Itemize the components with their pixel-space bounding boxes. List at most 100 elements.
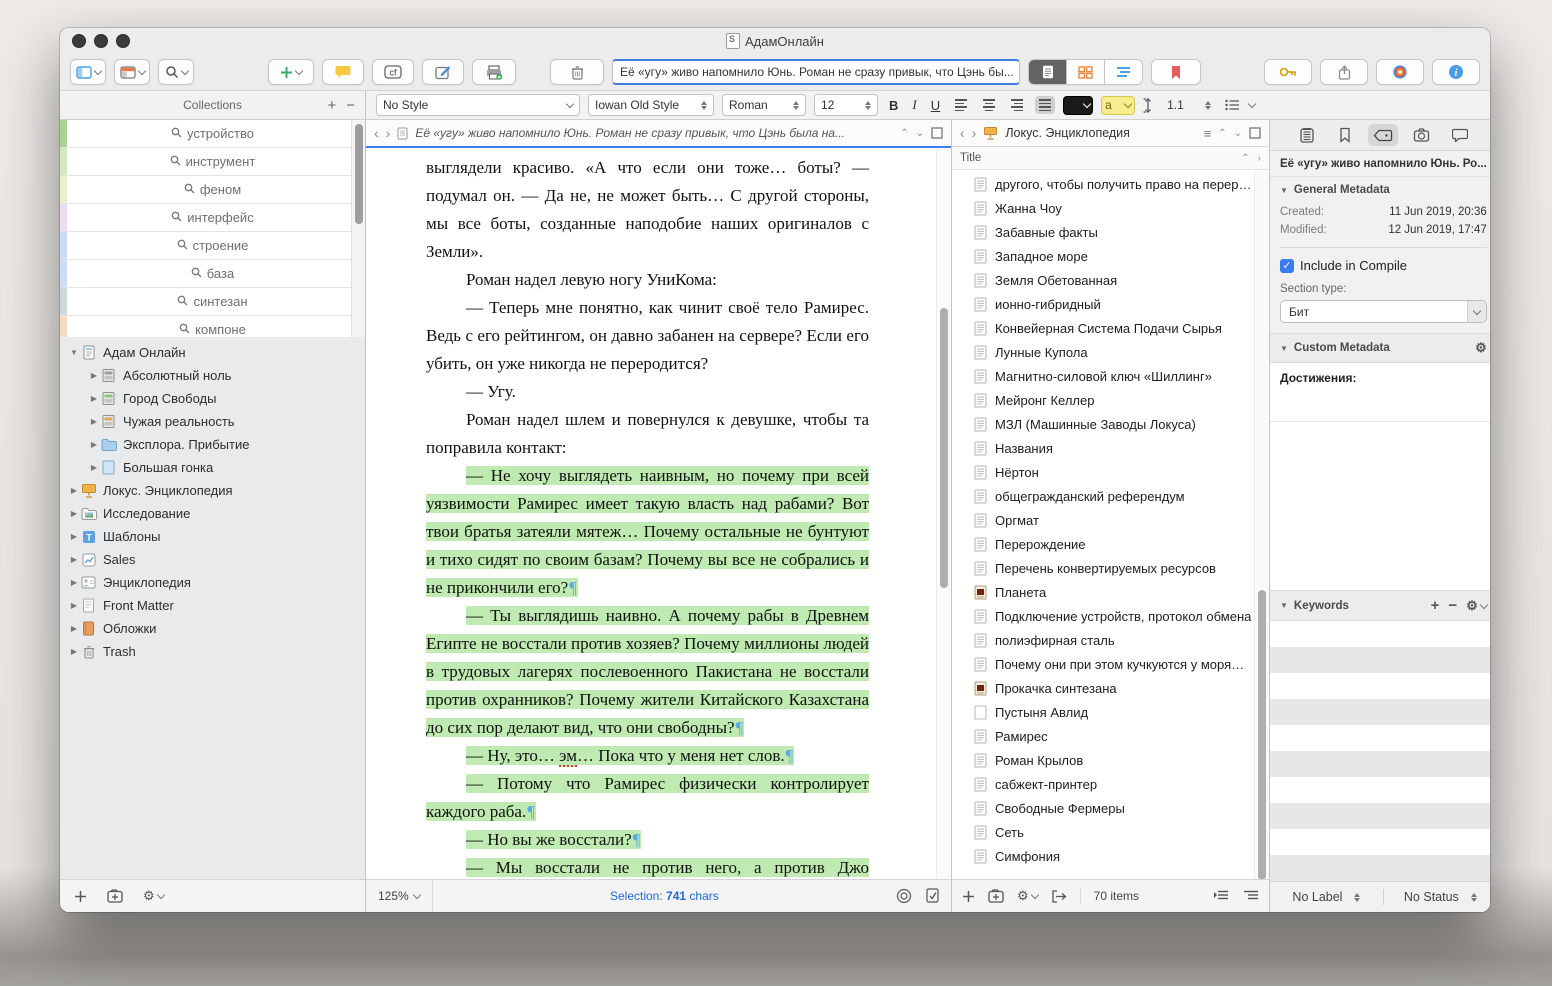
checkbox-checked-icon[interactable]: ✓ — [1280, 259, 1294, 273]
disclosure-triangle-icon[interactable]: ▶ — [68, 486, 80, 495]
outliner-row[interactable]: Почему они при этом кучкуются у моря… — [952, 652, 1269, 676]
outliner-row[interactable]: Мейронг Келлер — [952, 388, 1269, 412]
binder-item[interactable]: ▶Локус. Энциклопедия — [60, 479, 365, 502]
tab-notes[interactable] — [1292, 124, 1322, 146]
disclosure-triangle-icon[interactable]: ▶ — [88, 371, 100, 380]
view-document-button[interactable] — [1029, 60, 1066, 84]
outliner-row[interactable]: общегражданский референдум — [952, 484, 1269, 508]
outliner-row[interactable]: другого, чтобы получить право на перер… — [952, 172, 1269, 196]
align-justify-button[interactable] — [1035, 96, 1055, 114]
view-outline-button[interactable] — [1104, 60, 1142, 84]
disclosure-triangle-icon[interactable]: ▶ — [68, 532, 80, 541]
outliner-row[interactable]: Оргмат — [952, 508, 1269, 532]
disclosure-triangle-icon[interactable]: ▶ — [68, 555, 80, 564]
keywords-header[interactable]: ▼ Keywords + − ⚙ — [1270, 590, 1490, 621]
split-editor-icon[interactable] — [931, 127, 943, 139]
binder-item[interactable]: ▶Город Свободы — [60, 387, 365, 410]
binder-item[interactable]: ▶Front Matter — [60, 594, 365, 617]
tab-metadata[interactable] — [1368, 124, 1398, 146]
forward-arrow-icon[interactable]: › — [386, 125, 391, 141]
add-document-icon[interactable] — [962, 890, 975, 903]
collection-item[interactable]: феном — [60, 176, 365, 204]
outliner-row[interactable]: Названия — [952, 436, 1269, 460]
collection-item[interactable]: устройство — [60, 120, 365, 148]
outliner-row[interactable]: Забавные факты — [952, 220, 1269, 244]
add-collection-button[interactable]: + — [327, 97, 336, 114]
collection-item[interactable]: база — [60, 260, 365, 288]
align-center-button[interactable] — [979, 96, 999, 114]
outliner-row[interactable]: сабжект-принтер — [952, 772, 1269, 796]
text-color-well[interactable] — [1063, 96, 1093, 115]
bookmark-check-icon[interactable] — [926, 888, 939, 904]
next-document-icon[interactable]: ⌄ — [916, 128, 924, 139]
disclosure-triangle-icon[interactable]: ▶ — [68, 509, 80, 518]
outliner-scrollbar[interactable] — [1254, 170, 1269, 879]
collection-item[interactable]: строение — [60, 232, 365, 260]
align-left-button[interactable] — [951, 96, 971, 114]
status-select[interactable]: No Status — [1384, 890, 1490, 904]
general-metadata-header[interactable]: ▼ General Metadata — [1270, 177, 1490, 203]
disclosure-triangle-icon[interactable]: ▶ — [88, 440, 100, 449]
list-style-icon[interactable] — [1225, 99, 1241, 111]
disclosure-triangle-icon[interactable]: ▶ — [88, 394, 100, 403]
label-select[interactable]: No Label — [1270, 890, 1383, 904]
font-size-select[interactable]: 12 — [814, 94, 878, 116]
disclosure-triangle-icon[interactable]: ▶ — [68, 647, 80, 656]
collection-item[interactable]: синтезан — [60, 288, 365, 316]
editor-text-area[interactable]: выглядели красиво. «А что если они тоже…… — [366, 148, 951, 879]
outliner-row[interactable]: Симфония — [952, 844, 1269, 868]
binder-item[interactable]: ▼Адам Онлайн — [60, 341, 365, 364]
outliner-row[interactable]: Перечень конвертируемых ресурсов — [952, 556, 1269, 580]
line-spacing-icon[interactable] — [1143, 98, 1153, 113]
forward-arrow-icon[interactable]: › — [972, 125, 977, 141]
outliner-row[interactable]: Прокачка синтезана — [952, 676, 1269, 700]
outliner-row[interactable]: Роман Крылов — [952, 748, 1269, 772]
binder-item[interactable]: ▶Абсолютный ноль — [60, 364, 365, 387]
italic-button[interactable]: I — [909, 97, 919, 113]
split-editor-icon[interactable] — [1249, 127, 1261, 139]
compile-button[interactable] — [472, 59, 516, 85]
collection-item[interactable]: интерфейс — [60, 204, 365, 232]
binder-item[interactable]: ▶Sales — [60, 548, 365, 571]
compose-button[interactable] — [422, 59, 464, 85]
collapse-all-icon[interactable] — [1213, 890, 1229, 902]
expand-all-icon[interactable] — [1243, 890, 1259, 902]
disclosure-triangle-icon[interactable]: ▶ — [68, 601, 80, 610]
column-options-icon[interactable]: › — [1258, 153, 1261, 164]
info-button[interactable]: i — [1432, 59, 1480, 85]
custom-metadata-header[interactable]: ▼ Custom Metadata ⚙ — [1270, 333, 1490, 363]
add-folder-icon[interactable] — [988, 889, 1004, 903]
tab-bookmarks[interactable] — [1330, 124, 1360, 146]
disclosure-triangle-icon[interactable]: ▶ — [88, 463, 100, 472]
binder-action-menu[interactable]: ⚙ — [143, 888, 164, 904]
outliner-row[interactable]: Лунные Купола — [952, 340, 1269, 364]
outliner-row[interactable]: Свободные Фермеры — [952, 796, 1269, 820]
outliner-row[interactable]: Земля Обетованная — [952, 268, 1269, 292]
binder-item[interactable]: ▶TШаблоны — [60, 525, 365, 548]
binder-item[interactable]: ▶Эксплора. Прибытие — [60, 433, 365, 456]
font-select[interactable]: Iowan Old Style — [588, 94, 714, 116]
add-document-icon[interactable] — [74, 890, 87, 903]
next-document-icon[interactable]: ⌄ — [1234, 128, 1242, 139]
outliner-title[interactable]: Локус. Энциклопедия — [1005, 126, 1196, 140]
share-button[interactable] — [1320, 59, 1368, 85]
typewriter-scrolling-icon[interactable] — [896, 888, 912, 904]
outliner-row[interactable]: Западное море — [952, 244, 1269, 268]
outliner-row[interactable]: Магнитно-силовой ключ «Шиллинг» — [952, 364, 1269, 388]
section-type-select[interactable]: Бит — [1280, 300, 1487, 323]
binder-item[interactable]: ▶Исследование — [60, 502, 365, 525]
outliner-row[interactable]: Конвейерная Система Подачи Сырья — [952, 316, 1269, 340]
remove-keyword-button[interactable]: − — [1448, 597, 1457, 614]
footnote-button[interactable]: cf — [372, 59, 414, 85]
outliner-row[interactable]: Сеть — [952, 820, 1269, 844]
keywords-list[interactable] — [1270, 621, 1490, 881]
back-arrow-icon[interactable]: ‹ — [374, 125, 379, 141]
add-folder-icon[interactable] — [107, 889, 123, 903]
collection-item[interactable]: инструмент — [60, 148, 365, 176]
previous-document-icon[interactable]: ⌃ — [900, 128, 908, 139]
sort-ascending-icon[interactable]: ⌃ — [1241, 153, 1249, 164]
outliner-row[interactable]: Рамирес — [952, 724, 1269, 748]
outliner-row[interactable]: полиэфирная сталь — [952, 628, 1269, 652]
font-variant-select[interactable]: Roman — [722, 94, 806, 116]
outliner-column-header[interactable]: Title ⌃ › — [952, 147, 1269, 170]
